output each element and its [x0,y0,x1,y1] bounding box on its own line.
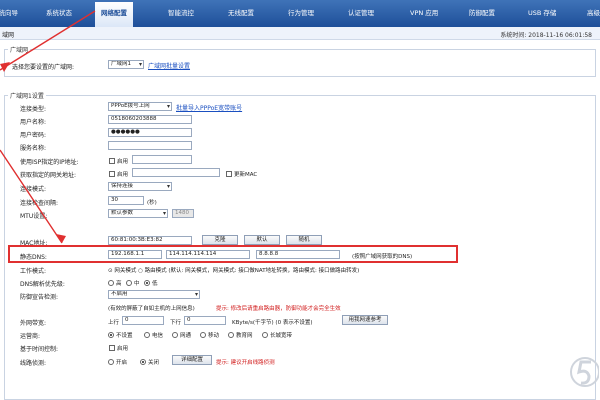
line-check-config-button[interactable]: 详细配置 [172,355,212,365]
mac-input[interactable]: 60:81:00:3B:E3:82 [108,236,192,245]
conn-mode-label: 连接模式: [20,186,47,193]
dns-priority-mid-radio[interactable] [126,280,132,286]
isp-option-edu: 教育网 [236,333,253,339]
wan-select[interactable]: 广域网1 [108,60,144,69]
mtu-label: MTU设置: [20,213,48,220]
line-check-off: 关闭 [148,360,160,366]
isp-label: 运营商: [20,333,41,340]
isp-telecom-radio[interactable] [144,332,150,338]
line-check-off-radio[interactable] [140,359,146,365]
isp-option-none: 不设置 [116,333,133,339]
mac-default-button[interactable]: 默认 [244,235,280,245]
line-check-warning: 提示: 建议开启线路侦测 [216,360,275,366]
bandwidth-up-input[interactable]: 0 [122,316,164,325]
line-check-on: 开启 [116,360,128,366]
isp-netcom-radio[interactable] [172,332,178,338]
check-interval-input[interactable]: 30 [108,196,144,205]
isp-ip-input[interactable] [132,155,192,164]
nav-tab-7[interactable]: VPN 应用 [410,0,438,27]
line-check-label: 线路侦测: [20,360,47,367]
bandwidth-down-input[interactable]: 0 [184,316,226,325]
nav-tab-9[interactable]: USB 存储 [528,0,556,27]
line-detect-label: 防御宣告检测: [20,294,59,301]
gateway-checkbox[interactable] [109,171,115,177]
conn-mode-select[interactable]: 保持连接 [108,182,172,191]
gateway-input[interactable] [132,168,220,177]
dns-priority-high: 高 [116,281,122,287]
nav-tab-10[interactable]: 高级 [587,0,600,27]
check-interval-label: 连接检查间隔: [20,200,59,207]
system-time: 系统时间: 2018-11-16 06:01:58 [500,32,592,39]
bandwidth-up-label: 上行 [108,320,120,326]
isp-ip-enable: 启用 [117,159,129,165]
isp-ip-checkbox[interactable] [109,158,115,164]
time-ctrl-checkbox[interactable] [109,345,115,351]
nav-tab-3[interactable]: 智能流控 [168,0,194,27]
time-ctrl-label: 基于时间控制: [20,346,59,353]
work-mode-options[interactable]: ⊙ 网关模式 ○ 路由模式 (默认: 网关模式，网关模式: 接口做NAT地址转换… [108,266,359,274]
nav-tab-2[interactable]: 网络配置 [95,2,133,27]
username-input[interactable]: 0518060203888 [108,115,192,124]
detect-note: (有效的屏蔽了自如主机的上网信息) [108,306,195,312]
dns-highlight-box [8,245,458,263]
bandwidth-unit: KByte/s(千字节) (0 表示不设置) [232,320,313,326]
dns-priority-low-radio[interactable] [144,280,150,286]
wan-legend: 广域网 [8,45,31,54]
isp-option-telecom: 电信 [152,333,164,339]
nav-tab-4[interactable]: 无线配置 [228,0,254,27]
wan-panel [4,49,596,77]
password-input[interactable]: ●●●●●● [108,128,192,137]
isp-option-netcom: 网通 [180,333,192,339]
nav-tab-8[interactable]: 防御配置 [469,0,495,27]
isp-mobile-radio[interactable] [200,332,206,338]
dns-priority-mid: 中 [134,281,140,287]
top-nav-bar: 系统向导 系统状态网络配置 智能流控 无线配置 行为管理 认证管理 VPN 应用 防御配置 US… [0,0,600,27]
mac-random-button[interactable]: 随机 [286,235,322,245]
isp-option-greatwall: 长城宽带 [270,333,293,339]
nav-tab-1[interactable]: 系统状态 [46,0,72,27]
breadcrumb: 域网 [2,32,15,39]
wan-batch-link[interactable]: 广域网批量设置 [148,61,190,70]
bandwidth-down-label: 下行 [170,320,182,326]
conn-type-label: 连接类型: [20,106,47,113]
mtu-select[interactable]: 默认参数 [108,209,168,218]
detect-warning: 提示: 修改后请重启路由器，防御功能才会完全生效 [216,306,341,312]
bandwidth-ref-button[interactable]: 用我网速参考 [342,315,388,325]
time-ctrl-enable: 启用 [117,346,129,352]
dns-priority-low: 低 [152,281,158,287]
password-label: 用户密码: [20,132,47,139]
change-mac-checkbox[interactable] [226,171,232,177]
isp-option-mobile: 移动 [208,333,220,339]
isp-greatwall-radio[interactable] [262,332,268,338]
mtu-number-input[interactable]: 1480 [172,209,194,218]
isp-none-radio[interactable] [108,332,114,338]
service-label: 服务名称: [20,145,47,152]
change-mac-label: 更新MAC [234,172,258,178]
dns-priority-label: DNS解析优先级: [20,281,65,288]
isp-ip-label: 使用ISP指定的IP地址: [20,159,79,166]
mac-clone-button[interactable]: 克隆 [202,235,238,245]
nav-tab-5[interactable]: 行为管理 [288,0,314,27]
gateway-enable: 启用 [117,172,129,178]
conn-type-select[interactable]: PPPoE拨号上网 [108,102,172,111]
gateway-label: 获取指定的网关地址: [20,172,77,179]
sub-header: 域网 系统时间: 2018-11-16 06:01:58 [0,27,600,40]
dns-priority-high-radio[interactable] [108,280,114,286]
line-detect-select[interactable]: 不启用 [108,290,200,299]
nav-tab-0[interactable]: 系统向导 [0,0,18,27]
line-check-on-radio[interactable] [108,359,114,365]
work-mode-label: 工作模式: [20,268,47,275]
service-input[interactable] [108,141,192,150]
nav-tab-6[interactable]: 认证管理 [348,0,374,27]
batch-import-link[interactable]: 批量导入PPPoE宽带账号 [176,103,242,112]
check-interval-unit: (秒) [147,200,157,206]
wan1-legend: 广域网1设置 [8,91,46,100]
bandwidth-label: 外网带宽: [20,320,47,327]
wan-select-label: 选择您要设置的广域网: [12,64,75,71]
username-label: 用户名称: [20,119,47,126]
watermark-logo [570,357,599,387]
isp-edu-radio[interactable] [228,332,234,338]
